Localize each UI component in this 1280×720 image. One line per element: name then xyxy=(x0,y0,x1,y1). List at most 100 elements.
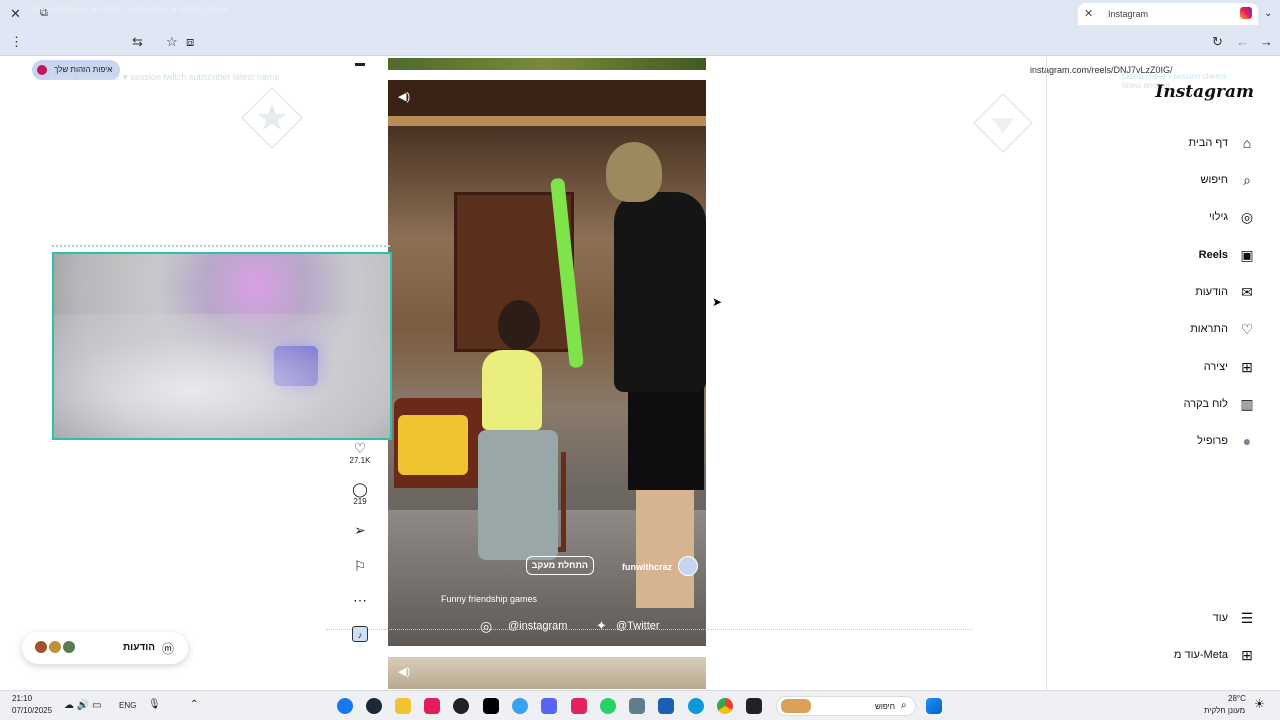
windows-start-icon[interactable] xyxy=(926,698,942,714)
comment-action[interactable]: ◯ 219 xyxy=(348,481,372,506)
whatsapp-app-icon[interactable] xyxy=(600,698,616,714)
plus-square-icon: ⊞ xyxy=(1241,359,1253,375)
overlay-diamond-badge xyxy=(972,92,1034,154)
scene-girl-legs xyxy=(478,430,558,560)
save-action[interactable]: ⚐ xyxy=(348,558,372,574)
more-action[interactable]: ⋯ xyxy=(348,592,372,608)
scene-girl-head xyxy=(498,300,540,350)
forward-icon[interactable]: ← xyxy=(1236,35,1249,49)
floating-webcam-video[interactable] xyxy=(52,252,392,440)
smoke-cloud xyxy=(54,314,390,438)
more-horizontal-icon[interactable]: ⋯ xyxy=(348,592,372,608)
profile-dot-icon xyxy=(37,65,47,75)
translate-icon[interactable]: ⇆ xyxy=(132,35,143,49)
tab-instagram[interactable]: ✕ Instagram xyxy=(1078,3,1258,25)
author-username[interactable]: funwithcraz xyxy=(622,562,672,572)
instagram-logo[interactable]: Instagram xyxy=(1155,82,1254,102)
file-explorer-icon[interactable] xyxy=(395,698,411,714)
like-heart-icon[interactable]: ♡ xyxy=(348,440,372,456)
messenger-bubble-icon: ⓜ xyxy=(162,642,175,656)
nav-explore-label: גילוי xyxy=(1208,211,1228,223)
close-window-icon[interactable]: ✕ xyxy=(10,7,21,21)
back-icon[interactable]: → xyxy=(1260,35,1273,49)
mic-icon[interactable]: 🎙 xyxy=(148,699,161,710)
tab-close-icon[interactable]: ✕ xyxy=(1084,7,1093,20)
nav-profile[interactable]: פרופיל ● xyxy=(1066,430,1256,454)
language-indicator[interactable]: ENG xyxy=(119,701,136,710)
nav-home-label: דף הבית xyxy=(1188,137,1228,149)
mute-icon[interactable]: ◀) xyxy=(398,90,416,106)
clock-time[interactable]: 21:10 xyxy=(12,694,32,703)
nav-home[interactable]: דף הבית ⌂ xyxy=(1066,132,1256,156)
facebook-app-icon[interactable] xyxy=(337,698,353,714)
author-avatar[interactable] xyxy=(678,556,698,576)
like-count: 27.1K xyxy=(349,456,371,465)
instagram-sidebar: Instagram דף הבית ⌂ חיפוש ⌕ גילוי ◎ Reel… xyxy=(1046,58,1280,690)
menu-kebab-icon[interactable]: ⋮ xyxy=(10,35,23,49)
nav-notifications[interactable]: התראות ♡ xyxy=(1066,318,1256,342)
twitter-bird-icon: ✦ xyxy=(596,618,607,633)
nav-notifications-label: התראות xyxy=(1190,323,1228,335)
social-instagram-handle: @instagram xyxy=(508,620,568,632)
calculator-icon[interactable] xyxy=(629,698,645,714)
nav-meta[interactable]: עוד מ-Meta ⊞ xyxy=(1066,644,1256,668)
discord-app-icon[interactable] xyxy=(541,698,557,714)
hamburger-menu-icon: ☰ xyxy=(1240,610,1254,626)
nav-dashboard[interactable]: לוח בקרה ▥ xyxy=(1066,393,1256,417)
reel-video[interactable]: ◀) funwithcraz התחלת מעקב Funny friendsh… xyxy=(388,80,706,646)
nav-search[interactable]: חיפוש ⌕ xyxy=(1066,169,1256,193)
profile-avatar: ● xyxy=(1242,433,1252,449)
steam-app-icon[interactable] xyxy=(366,698,382,714)
browser-tab-bar: ✕ ⧉ Latest Follower ♥ twitch_subscriber … xyxy=(0,0,1280,28)
clock-date[interactable]: 07/10/2025 xyxy=(12,706,52,715)
nav-create[interactable]: יצירה ⊞ xyxy=(1066,356,1256,380)
weather-sun-icon[interactable]: ☀ xyxy=(1254,697,1265,711)
install-app-icon[interactable]: ⧈ xyxy=(186,35,194,49)
nav-explore[interactable]: גילוי ◎ xyxy=(1066,206,1256,230)
app-red-icon[interactable] xyxy=(571,698,587,714)
nav-dashboard-label: לוח בקרה xyxy=(1183,398,1228,410)
weather-temp[interactable]: 28°C xyxy=(1228,694,1246,703)
comment-count: 219 xyxy=(353,497,367,506)
tiktok-app-icon[interactable] xyxy=(483,698,499,714)
audio-thumb-icon[interactable]: ♪ xyxy=(352,626,368,642)
chrome-browser-icon[interactable] xyxy=(717,698,733,714)
weather-description[interactable]: מעונן חלקית xyxy=(1204,706,1245,715)
taskbar-search-icon: ⌕ xyxy=(901,700,907,711)
next-reel-mute-icon[interactable]: ◀) xyxy=(398,665,410,678)
reload-icon[interactable]: ↻ xyxy=(1212,35,1223,49)
tab-search-icon[interactable]: ⌄ xyxy=(1264,7,1272,21)
taskbar-search[interactable]: חיפוש ⌕ xyxy=(776,696,916,716)
reel-caption: Funny friendship games xyxy=(441,594,538,604)
next-reel-preview[interactable]: ◀) xyxy=(388,657,706,689)
browser-toolbar: ⋮ איפות הזהות שלך ⇆ ☆ ⧈ instagram.com/re… xyxy=(0,28,1280,80)
follow-button[interactable]: התחלת מעקב xyxy=(525,556,594,575)
app-blue-circle-icon[interactable] xyxy=(512,698,528,714)
terminal-app-icon[interactable] xyxy=(746,698,762,714)
comment-icon[interactable]: ◯ xyxy=(348,481,372,497)
edge-browser-icon[interactable] xyxy=(688,698,704,714)
taskbar-search-placeholder: חיפוש xyxy=(875,702,895,711)
share-action[interactable]: ➢ xyxy=(348,522,372,538)
instagram-logo-icon: ◎ xyxy=(480,618,493,634)
message-avatar-3 xyxy=(62,640,76,654)
audio-thumbnail[interactable]: ♪ xyxy=(348,626,372,642)
share-send-icon[interactable]: ➢ xyxy=(348,522,372,538)
messages-pill[interactable]: הודעות ⓜ xyxy=(22,632,188,664)
scene-boy-body xyxy=(614,192,706,392)
show-hidden-icons-icon[interactable]: ⌃ xyxy=(190,699,198,710)
like-action[interactable]: ♡ 27.1K xyxy=(348,440,372,465)
store-app-icon[interactable] xyxy=(658,698,674,714)
reel-audio-thumb-top[interactable]: ▬ xyxy=(348,56,372,72)
obs-app-icon[interactable] xyxy=(453,698,469,714)
nav-reels[interactable]: Reels ▣ xyxy=(1066,244,1256,268)
social-twitter-handle: @Twitter xyxy=(616,620,660,632)
nav-more[interactable]: עוד ☰ xyxy=(1066,607,1256,631)
tiktok-studio-icon[interactable] xyxy=(424,698,440,714)
bookmark-icon[interactable]: ⚐ xyxy=(348,558,372,574)
nav-messages[interactable]: הודעות ✉ xyxy=(1066,281,1256,305)
bookmark-star-icon[interactable]: ☆ xyxy=(166,35,178,49)
tray-icons[interactable]: ☁ 🔊 ▭ xyxy=(64,700,101,711)
message-avatar-1 xyxy=(34,640,48,654)
previous-reel-preview[interactable] xyxy=(388,58,706,70)
